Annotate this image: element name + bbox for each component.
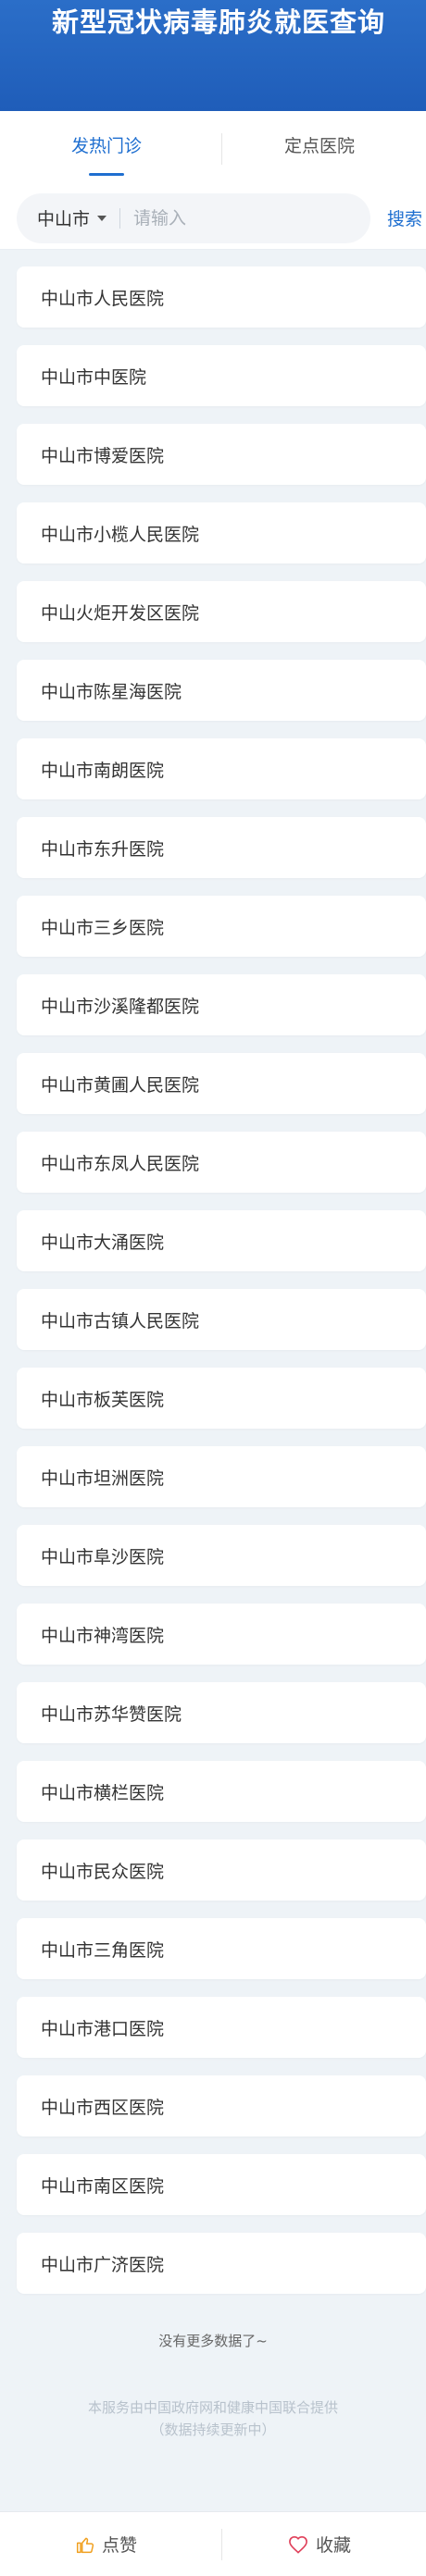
hospital-name: 中山市博爱医院 <box>41 445 165 466</box>
hospital-name: 中山市南朗医院 <box>41 760 165 781</box>
hospital-card[interactable]: 中山市小榄人民医院 <box>17 502 426 564</box>
search-input[interactable] <box>120 207 334 229</box>
hospital-card[interactable]: 中山市沙溪隆都医院 <box>17 974 426 1035</box>
hospital-name: 中山市小榄人民医院 <box>41 524 200 545</box>
hospital-name: 中山市西区医院 <box>41 2097 165 2118</box>
hospital-name: 中山火炬开发区医院 <box>41 602 200 624</box>
hospital-name: 中山市沙溪隆都医院 <box>41 996 200 1017</box>
hospital-name: 中山市横栏医院 <box>41 1782 165 1803</box>
hospital-card[interactable]: 中山市广济医院 <box>17 2233 426 2294</box>
hospital-card[interactable]: 中山市港口医院 <box>17 1997 426 2058</box>
hospital-name: 中山市人民医院 <box>41 288 165 309</box>
page-title: 新型冠状病毒肺炎就医查询 <box>52 6 386 38</box>
data-source-note: 本服务由中国政府网和健康中国联合提供 （数据持续更新中） <box>0 2396 426 2441</box>
like-label: 点赞 <box>101 2535 137 2556</box>
hospital-card[interactable]: 中山市人民医院 <box>17 266 426 328</box>
favorite-label: 收藏 <box>315 2535 351 2556</box>
hospital-card[interactable]: 中山市东凤人民医院 <box>17 1132 426 1193</box>
heart-icon <box>289 2535 307 2554</box>
header: 新型冠状病毒肺炎就医查询 <box>0 0 426 111</box>
city-select-label: 中山市 <box>37 209 91 229</box>
hospital-card[interactable]: 中山市陈星海医院 <box>17 660 426 721</box>
search-row: 中山市 搜索 <box>0 187 426 250</box>
tab-fever-clinic[interactable]: 发热门诊 <box>0 111 213 187</box>
hospital-card[interactable]: 中山市神湾医院 <box>17 1604 426 1665</box>
favorite-button[interactable]: 收藏 <box>213 2512 426 2576</box>
hospital-card[interactable]: 中山市南朗医院 <box>17 738 426 799</box>
hospital-card[interactable]: 中山火炬开发区医院 <box>17 581 426 642</box>
hospital-name: 中山市东凤人民医院 <box>41 1153 200 1174</box>
hospital-card[interactable]: 中山市东升医院 <box>17 817 426 878</box>
hospital-name: 中山市板芙医院 <box>41 1389 165 1410</box>
hospital-name: 中山市苏华赞医院 <box>41 1703 182 1725</box>
hospital-card[interactable]: 中山市三角医院 <box>17 1918 426 1979</box>
hospital-card[interactable]: 中山市坦洲医院 <box>17 1446 426 1507</box>
caret-down-icon <box>97 215 107 221</box>
hospital-card[interactable]: 中山市古镇人民医院 <box>17 1289 426 1350</box>
hospital-card[interactable]: 中山市板芙医院 <box>17 1368 426 1429</box>
hospital-card[interactable]: 中山市苏华赞医院 <box>17 1682 426 1743</box>
hospital-card[interactable]: 中山市博爱医院 <box>17 424 426 485</box>
hospital-card[interactable]: 中山市横栏医院 <box>17 1761 426 1822</box>
hospital-card[interactable]: 中山市黄圃人民医院 <box>17 1053 426 1114</box>
bottom-bar-divider <box>221 2529 222 2560</box>
hospital-name: 中山市东升医院 <box>41 838 165 860</box>
hospital-card[interactable]: 中山市民众医院 <box>17 1839 426 1901</box>
like-button[interactable]: 点赞 <box>0 2512 213 2576</box>
hospital-name: 中山市民众医院 <box>41 1861 165 1882</box>
hospital-name: 中山市港口医院 <box>41 2018 165 2039</box>
thumbs-up-icon <box>76 2537 94 2553</box>
city-select[interactable]: 中山市 <box>17 205 119 230</box>
hospital-name: 中山市三角医院 <box>41 1939 165 1961</box>
tab-designated-hospital[interactable]: 定点医院 <box>213 111 426 187</box>
hospital-name: 中山市黄圃人民医院 <box>41 1074 200 1096</box>
bottom-bar: 点赞 收藏 <box>0 2511 426 2576</box>
hospital-card[interactable]: 中山市阜沙医院 <box>17 1525 426 1586</box>
search-box: 中山市 <box>17 192 370 243</box>
hospital-name: 中山市陈星海医院 <box>41 681 182 702</box>
tab-bar: 发热门诊 定点医院 <box>0 111 426 187</box>
hospital-name: 中山市坦洲医院 <box>41 1468 165 1489</box>
hospital-card[interactable]: 中山市中医院 <box>17 345 426 406</box>
hospital-name: 中山市三乡医院 <box>41 917 165 938</box>
search-button[interactable]: 搜索 <box>387 205 422 230</box>
hospital-card[interactable]: 中山市大涌医院 <box>17 1210 426 1271</box>
hospital-card[interactable]: 中山市三乡医院 <box>17 896 426 957</box>
hospital-name: 中山市中医院 <box>41 366 147 388</box>
hospital-card[interactable]: 中山市南区医院 <box>17 2154 426 2215</box>
hospital-name: 中山市南区医院 <box>41 2175 165 2197</box>
hospital-name: 中山市阜沙医院 <box>41 1546 165 1567</box>
no-more-text: 没有更多数据了~ <box>158 2333 268 2349</box>
hospital-card[interactable]: 中山市西区医院 <box>17 2075 426 2136</box>
hospital-name: 中山市神湾医院 <box>41 1625 165 1646</box>
data-update-line: （数据持续更新中） <box>150 2421 276 2438</box>
hospital-list: 中山市人民医院 中山市中医院 中山市博爱医院中山市小榄人民医院 中山火炬开发区医院 中山… <box>0 250 426 2294</box>
data-source-line: 本服务由中国政府网和健康中国联合提供 <box>87 2399 338 2416</box>
hospital-name: 中山市古镇人民医院 <box>41 1310 200 1331</box>
hospital-name: 中山市大涌医院 <box>41 1232 165 1253</box>
hospital-name: 中山市广济医院 <box>41 2254 165 2275</box>
